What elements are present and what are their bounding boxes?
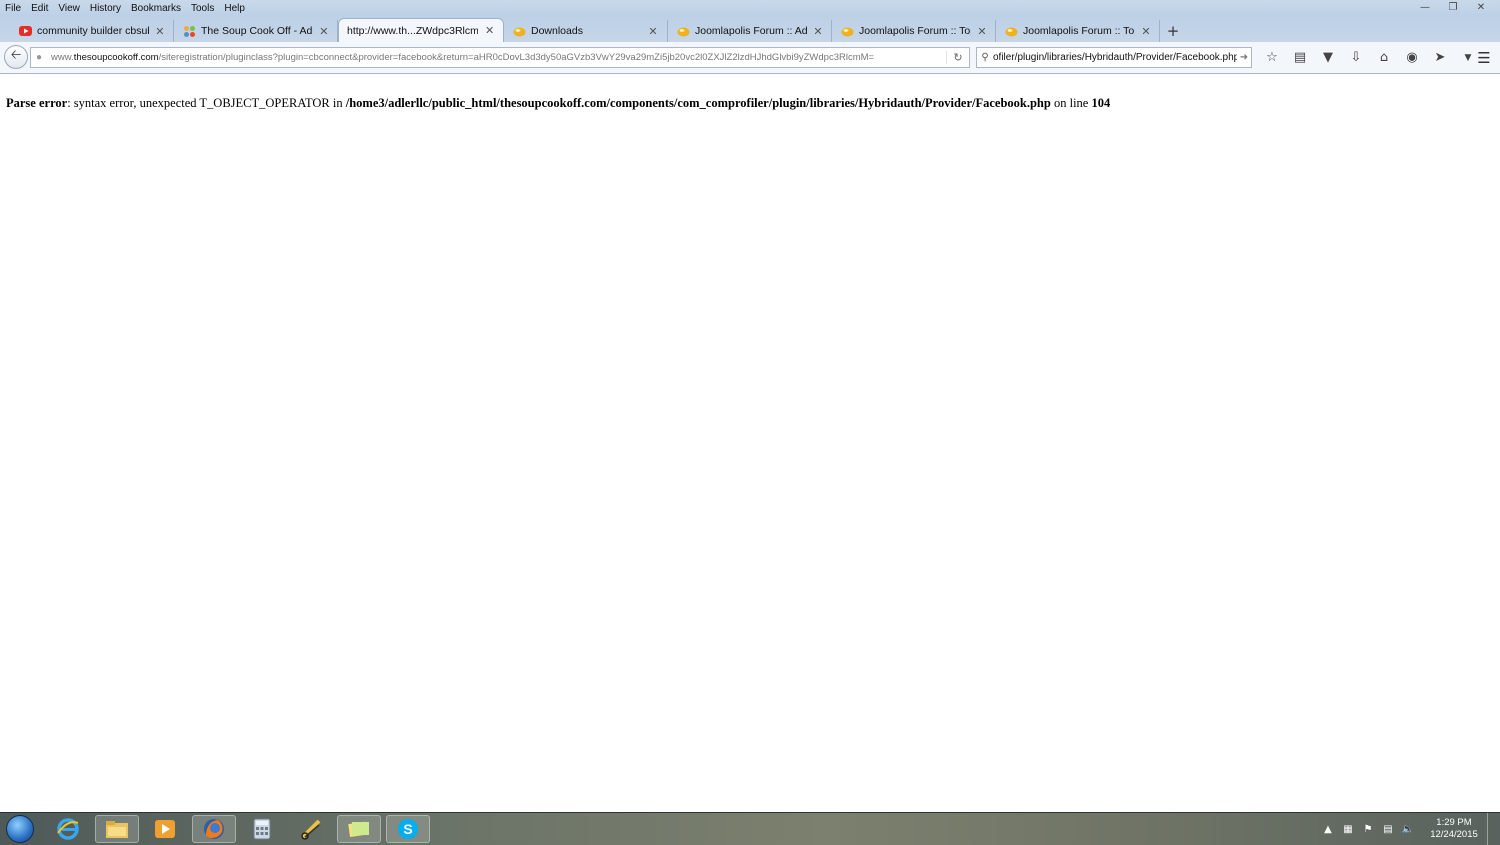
tab-community-builder[interactable]: community builder cbsubs... ✕ [10,20,174,42]
tab-joomlapolis-forum-adva[interactable]: Joomlapolis Forum :: Adva... ✕ [668,20,832,42]
start-button[interactable] [6,815,34,843]
tab-label: Joomlapolis Forum :: Adva... [695,25,807,37]
action-center-flag-icon[interactable]: ⚑ [1360,821,1376,837]
minimize-icon[interactable]: — [1412,0,1438,14]
menu-help[interactable]: Help [219,3,250,14]
close-tab-icon[interactable]: ✕ [977,25,987,38]
clock-time: 1:29 PM [1436,817,1472,828]
tab-label: Downloads [531,25,583,37]
url-path: /siteregistration/pluginclass?plugin=cbc… [158,52,875,63]
menu-edit[interactable]: Edit [26,3,53,14]
menu-history[interactable]: History [85,3,126,14]
error-label: Parse error [6,96,68,110]
tab-label: Joomlapolis Forum :: Topic... [859,25,971,37]
tab-label: community builder cbsubs... [37,25,149,37]
show-desktop-button[interactable] [1487,813,1500,845]
pocket-icon[interactable]: ▼ [1314,47,1342,68]
site-identity-icon[interactable]: ● [31,52,47,63]
close-tab-icon[interactable]: ✕ [647,25,659,38]
menu-bookmarks[interactable]: Bookmarks [126,3,186,14]
show-hidden-icons-icon[interactable]: ▲ [1320,821,1336,837]
tab-strip: community builder cbsubs... ✕ The Soup C… [10,18,1500,42]
joomlapolis-icon [512,24,526,38]
system-tray: ▲ ▦ ⚑ ▤ 🔈 1:29 PM 12/24/2015 [1320,813,1480,845]
new-tab-button[interactable]: + [1160,20,1186,42]
youtube-icon [18,24,32,38]
home-icon[interactable]: ⌂ [1370,47,1398,68]
internet-explorer-icon[interactable] [46,815,90,843]
media-player-icon[interactable] [143,815,187,843]
downloads-icon[interactable]: ⇩ [1342,47,1370,68]
tab-label: Joomlapolis Forum :: Topic... [1023,25,1135,37]
tab-joomlapolis-forum-topic-1[interactable]: Joomlapolis Forum :: Topic... ✕ [832,20,996,42]
back-arrow-icon: 🡠 [10,48,22,63]
tab-label: http://www.th...ZWdpc3RlcmM= [347,24,479,37]
skype-icon[interactable]: S [386,815,430,843]
page-content: Parse error: syntax error, unexpected T_… [0,74,1500,812]
clock[interactable]: 1:29 PM 12/24/2015 [1428,817,1480,841]
close-tab-icon[interactable]: ✕ [1141,25,1151,38]
tab-downloads[interactable]: Downloads ✕ [504,20,668,42]
menu-bar: File Edit View History Bookmarks Tools H… [0,0,600,16]
calculator-icon[interactable] [240,815,284,843]
search-bar[interactable]: ⚲ ofiler/plugin/libraries/Hybridauth/Pro… [976,47,1252,68]
joomlapolis-icon [676,24,690,38]
close-tab-icon[interactable]: ✕ [484,24,495,37]
send-tab-icon[interactable]: ➤ [1426,47,1454,68]
file-explorer-icon[interactable] [95,815,139,843]
sticky-notes-icon[interactable] [337,815,381,843]
tab-current-page[interactable]: http://www.th...ZWdpc3RlcmM= ✕ [338,18,504,42]
search-go-icon[interactable]: ➜ [1237,52,1251,63]
joomlapolis-icon [840,24,854,38]
bookmarks-menu-icon[interactable]: ▤ [1286,47,1314,68]
hamburger-menu-icon[interactable]: ☰ [1474,48,1494,68]
restore-icon[interactable]: ❐ [1440,0,1466,14]
url-domain: thesoupcookoff.com [73,52,159,63]
close-tab-icon[interactable]: ✕ [319,25,329,38]
parse-error-message: Parse error: syntax error, unexpected T_… [6,96,1110,111]
back-button[interactable]: 🡠 [4,45,28,69]
clock-date: 12/24/2015 [1430,829,1478,840]
menu-tools[interactable]: Tools [186,3,219,14]
url-prefix: www. [51,52,74,63]
snipping-tool-icon[interactable] [289,815,333,843]
close-tab-icon[interactable]: ✕ [155,25,165,38]
browser-chrome: File Edit View History Bookmarks Tools H… [0,0,1500,74]
volume-icon[interactable]: 🔈 [1400,821,1416,837]
firefox-icon[interactable] [192,815,236,843]
tab-label: The Soup Cook Off - Admi... [201,25,313,37]
navigation-toolbar: 🡠 ● www.thesoupcookoff.com/siteregistrat… [0,42,1500,74]
url-text[interactable]: www.thesoupcookoff.com/siteregistration/… [47,52,946,63]
chat-icon[interactable]: ◉ [1398,47,1426,68]
error-line-number: 104 [1091,96,1111,110]
error-line-text: on line [1050,96,1092,110]
window-controls: — ❐ ✕ [1412,0,1494,14]
close-window-icon[interactable]: ✕ [1468,0,1494,14]
search-icon: ⚲ [981,52,989,63]
bookmark-star-icon[interactable]: ☆ [1258,47,1286,68]
close-tab-icon[interactable]: ✕ [813,25,823,38]
svg-text:S: S [403,821,412,837]
address-bar[interactable]: ● www.thesoupcookoff.com/siteregistratio… [30,47,970,68]
error-file-path: /home3/adlerllc/public_html/thesoupcooko… [345,96,1051,110]
windows-taskbar: S ▲ ▦ ⚑ ▤ 🔈 1:29 PM 12/24/2015 [0,812,1500,845]
menu-file[interactable]: File [0,3,26,14]
tab-joomlapolis-forum-topic-2[interactable]: Joomlapolis Forum :: Topic... ✕ [996,20,1160,42]
menu-view[interactable]: View [53,3,85,14]
toolbar-icons: ☆ ▤ ▼ ⇩ ⌂ ◉ ➤ ▼ [1258,47,1482,68]
windows-flag-icon[interactable]: ▦ [1340,821,1356,837]
joomlapolis-icon [1004,24,1018,38]
search-input[interactable]: ofiler/plugin/libraries/Hybridauth/Provi… [993,52,1237,63]
tab-soup-cook-off-admin[interactable]: The Soup Cook Off - Admi... ✕ [174,20,338,42]
error-text: : syntax error, unexpected T_OBJECT_OPER… [67,96,346,110]
joomla-icon [182,24,196,38]
network-icon[interactable]: ▤ [1380,821,1396,837]
reload-icon[interactable]: ↻ [946,51,969,64]
